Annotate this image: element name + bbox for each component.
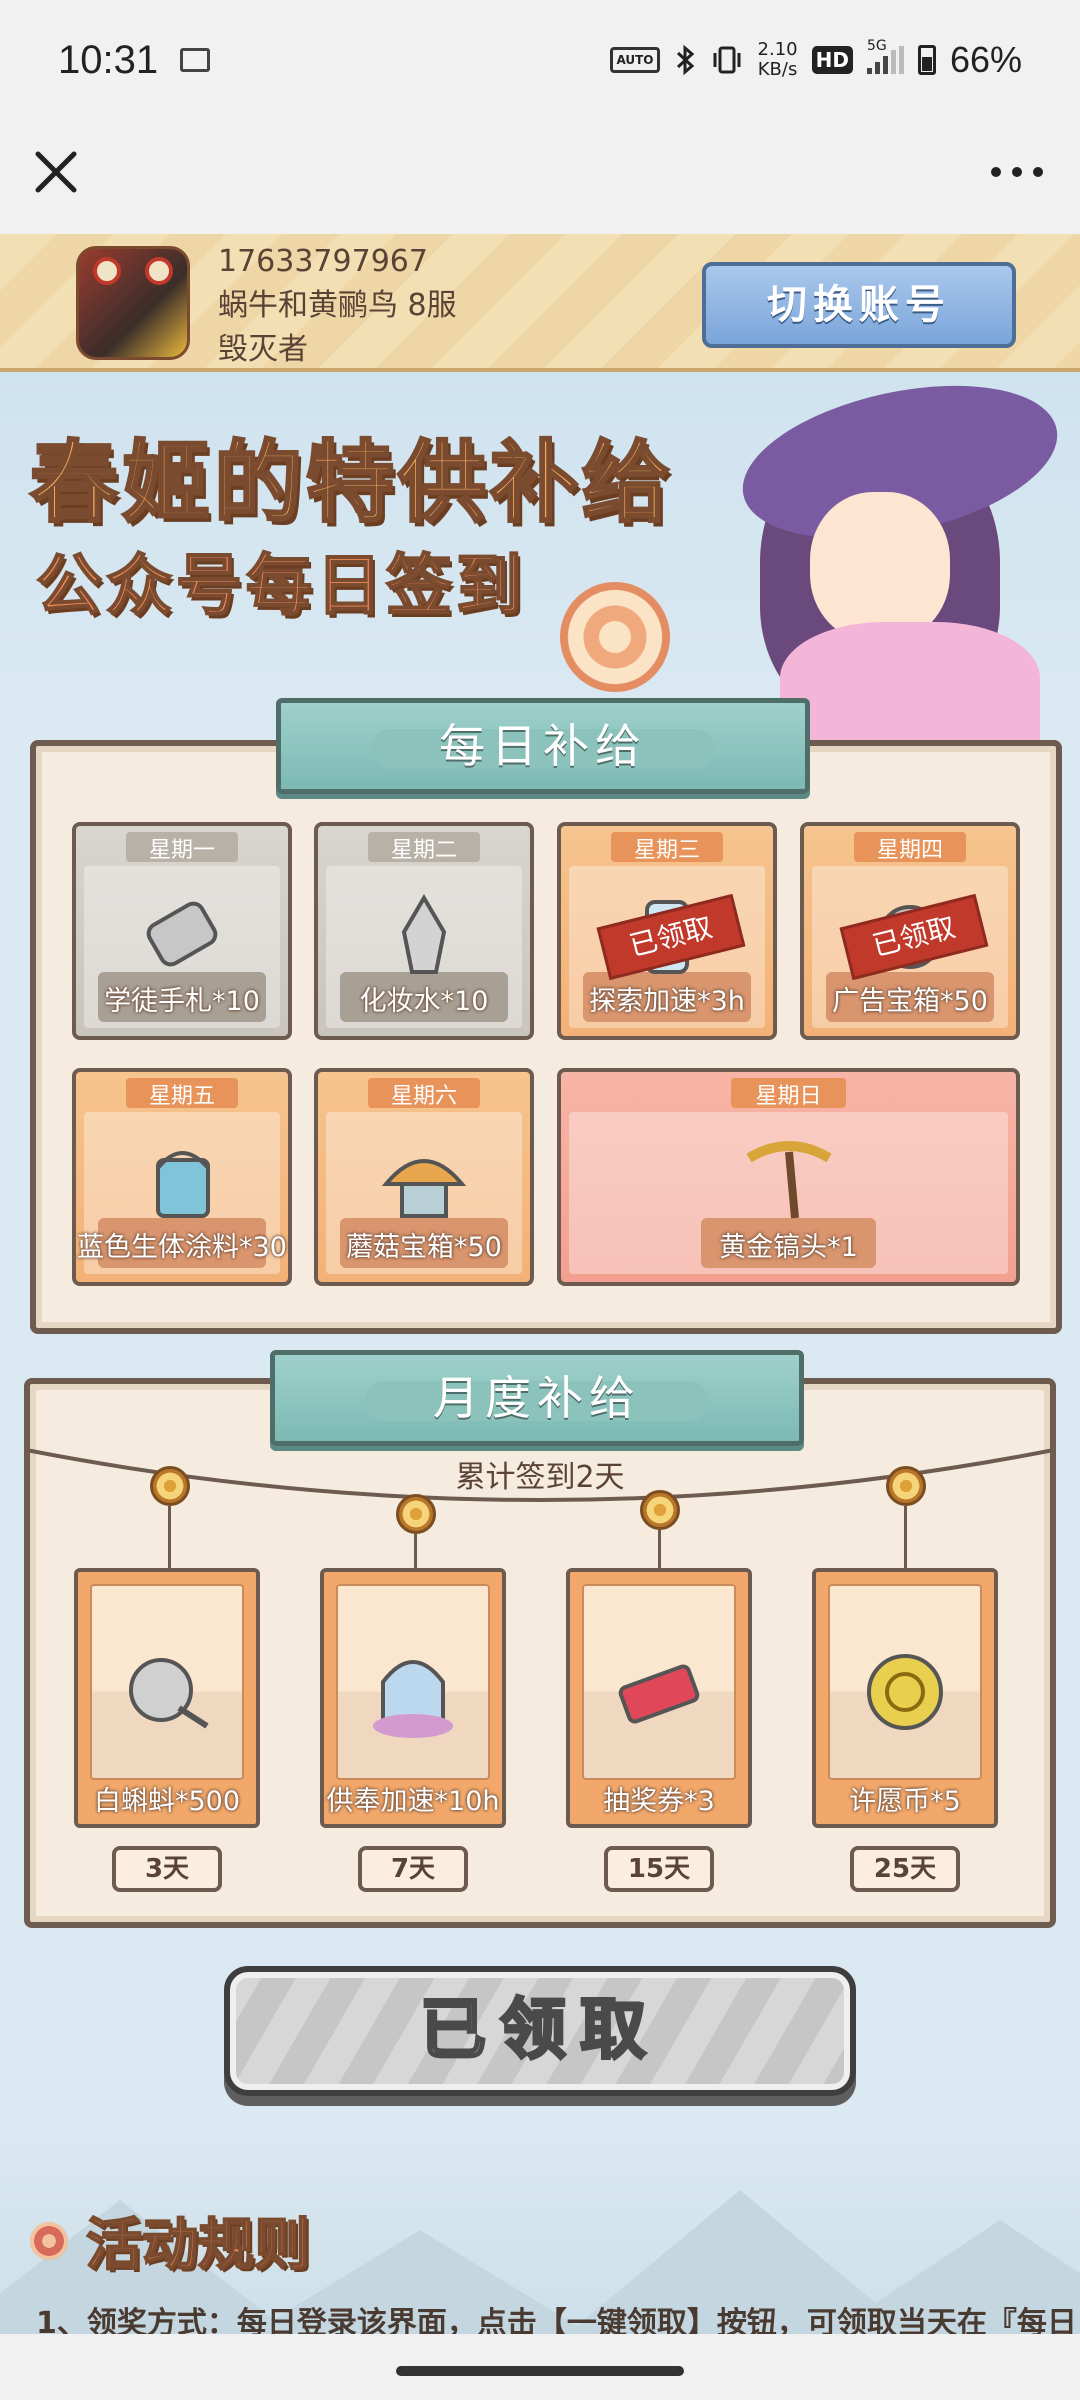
mushroom-chest-icon (381, 1159, 467, 1218)
snail-mascot-image (550, 542, 680, 692)
gallery-icon (180, 48, 211, 72)
day-label: 星期四 (876, 838, 943, 863)
item-name: 探索加速*3h (589, 986, 745, 1017)
vibrate-icon (710, 45, 744, 75)
monthly-reward-card[interactable]: 白蝌蚪*500 (74, 1568, 260, 1828)
network-speed: 2.10 KB/s (758, 40, 798, 80)
network-type: 5G (866, 38, 887, 54)
battery-percent: 66% (949, 39, 1022, 80)
account-banner: 17633797967 蜗牛和黄鹂鸟 8服 毁灭者 切换账号 (0, 234, 1080, 372)
battery-icon (917, 45, 936, 75)
hero-title: 春姬的特供补给 (28, 430, 675, 536)
speed-value: 2.10 (757, 39, 798, 60)
account-role: 毁灭者 (218, 332, 308, 367)
item-name: 广告宝箱*50 (832, 986, 988, 1017)
day-card-wednesday[interactable]: 星期三 已领取 探索加速*3h (557, 822, 777, 1040)
paint-bucket-icon (156, 1151, 210, 1218)
item-name: 学徒手札*10 (104, 986, 260, 1017)
milestone-node-icon (150, 1466, 190, 1506)
reward-name: 白蝌蚪*500 (93, 1786, 241, 1817)
reward-name: 许愿币*5 (849, 1786, 961, 1817)
account-phone: 17633797967 (218, 244, 428, 279)
day-label: 星期日 (755, 1084, 822, 1109)
ghost-speedup-icon (373, 1660, 453, 1738)
status-icons: AUTO 2.10 KB/s HD 5G 66% (610, 38, 1022, 81)
hd-icon: HD (811, 46, 853, 74)
monthly-supply-title: 月度补给 (270, 1350, 804, 1446)
milestone-days-badge: 15天 (604, 1846, 714, 1892)
system-home-bar (0, 2334, 1080, 2400)
close-icon[interactable] (28, 144, 84, 200)
milestone-days-badge: 7天 (358, 1846, 468, 1892)
milestone-node-icon (640, 1490, 680, 1530)
day-label: 星期三 (633, 838, 700, 863)
claimed-button[interactable]: 已领取 (224, 1966, 856, 2096)
character-illustration (700, 372, 1080, 742)
day-label: 星期六 (390, 1084, 457, 1109)
monthly-reward-card[interactable]: 抽奖券*3 (566, 1568, 752, 1828)
monthly-reward-card[interactable]: 供奉加速*10h (320, 1568, 506, 1828)
golden-pickaxe-icon (745, 1141, 832, 1219)
day-label: 星期一 (148, 838, 215, 863)
lotion-bottle-icon (401, 894, 447, 974)
milestone-days-badge: 25天 (850, 1846, 960, 1892)
item-name: 蓝色生体涂料*30 (77, 1232, 287, 1263)
day-label: 星期五 (148, 1084, 215, 1109)
milestone-node-icon (396, 1494, 436, 1534)
bluetooth-icon (674, 44, 696, 76)
day-card-monday[interactable]: 星期一 学徒手札*10 (72, 822, 292, 1040)
milestone-node-icon (886, 1466, 926, 1506)
speed-unit: KB/s (757, 59, 798, 80)
day-card-tuesday[interactable]: 星期二 化妆水*10 (314, 822, 534, 1040)
lottery-ticket-icon (618, 1664, 700, 1724)
item-name: 蘑菇宝箱*50 (346, 1232, 502, 1263)
signal-icon: 5G (866, 38, 904, 74)
day-card-saturday[interactable]: 星期六 蘑菇宝箱*50 (314, 1068, 534, 1286)
wish-coin-icon (867, 1654, 943, 1730)
item-name: 黄金镐头*1 (719, 1232, 858, 1263)
white-tadpole-icon (129, 1658, 209, 1729)
reward-name: 抽奖券*3 (603, 1786, 715, 1817)
daily-supply-title: 每日补给 (276, 698, 810, 794)
monthly-reward-card[interactable]: 许愿币*5 (812, 1568, 998, 1828)
more-icon[interactable] (982, 144, 1052, 200)
account-server: 蜗牛和黄鹂鸟 8服 (218, 288, 457, 323)
hero-banner: 春姬的特供补给 公众号每日签到 (0, 372, 1080, 742)
rules-heading: 活动规则 (30, 2200, 311, 2281)
switch-account-button[interactable]: 切换账号 (702, 262, 1016, 348)
day-card-friday[interactable]: 星期五 蓝色生体涂料*30 (72, 1068, 292, 1286)
day-card-thursday[interactable]: 星期四 已领取 广告宝箱*50 (800, 822, 1020, 1040)
nav-bar (0, 120, 1080, 234)
account-info: 17633797967 蜗牛和黄鹂鸟 8服 毁灭者 (218, 240, 457, 372)
scroll-icon (146, 901, 218, 967)
status-bar: 10:31 AUTO 2.10 KB/s HD 5G 66% (0, 0, 1080, 120)
swirl-icon (30, 2221, 68, 2260)
day-label: 星期二 (390, 838, 457, 863)
milestone-days-badge: 3天 (112, 1846, 222, 1892)
auto-brightness-icon: AUTO (610, 47, 660, 73)
status-time: 10:31 (58, 37, 159, 82)
reward-name: 供奉加速*10h (326, 1786, 500, 1817)
game-app-icon (76, 246, 190, 360)
rules-title: 活动规则 (85, 2212, 311, 2279)
hero-subtitle: 公众号每日签到 (35, 546, 526, 625)
day-card-sunday[interactable]: 星期日 黄金镐头*1 (557, 1068, 1020, 1286)
home-indicator[interactable] (396, 2366, 684, 2376)
item-name: 化妆水*10 (359, 986, 489, 1017)
